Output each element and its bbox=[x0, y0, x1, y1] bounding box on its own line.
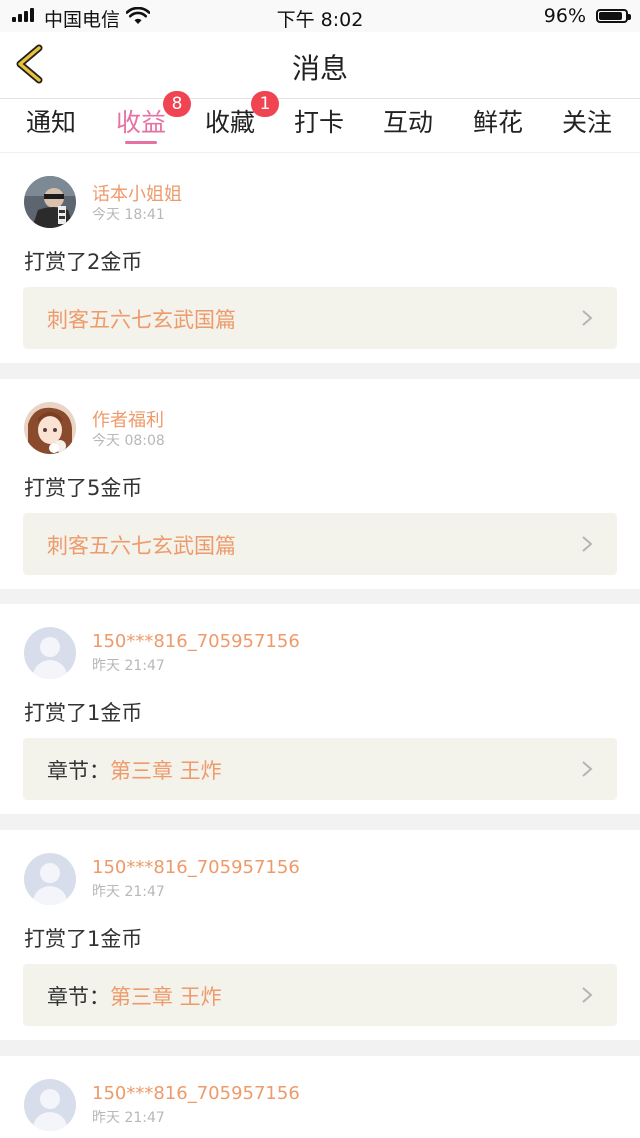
link-label: 章节： bbox=[47, 985, 110, 1009]
tab-label: 关注 bbox=[561, 108, 612, 137]
link-text: 刺客五六七玄武国篇 bbox=[47, 534, 236, 558]
user-name[interactable]: 作者福利 bbox=[92, 406, 164, 432]
unread-badge: 1 bbox=[251, 91, 279, 117]
avatar[interactable] bbox=[24, 402, 76, 454]
default-user-avatar-icon bbox=[24, 1079, 76, 1131]
tab-checkin[interactable]: 打卡 bbox=[279, 103, 359, 139]
book-link-box[interactable]: 刺客五六七玄武国篇 bbox=[23, 513, 617, 575]
anime-girl-avatar-icon bbox=[24, 402, 76, 454]
timestamp: 今天 18:41 bbox=[92, 207, 165, 223]
chevron-right-icon bbox=[582, 987, 593, 1003]
unread-badge: 8 bbox=[163, 91, 191, 117]
timestamp: 昨天 21:47 bbox=[92, 884, 165, 900]
battery-cap bbox=[628, 14, 631, 20]
default-user-avatar-icon bbox=[24, 627, 76, 679]
notification-card: 150***816_705957156 昨天 21:47 bbox=[0, 1056, 640, 1138]
link-label: 章节： bbox=[47, 759, 110, 783]
avatar[interactable] bbox=[24, 627, 76, 679]
chevron-right-icon bbox=[582, 310, 593, 326]
user-name[interactable]: 150***816_705957156 bbox=[92, 1083, 300, 1104]
chapter-link-box[interactable]: 章节：第三章 王炸 bbox=[23, 738, 617, 800]
navigation-bar: 消息 bbox=[0, 32, 640, 99]
reward-text: 打赏了2金币 bbox=[24, 250, 143, 274]
avatar[interactable] bbox=[24, 853, 76, 905]
user-name[interactable]: 话本小姐姐 bbox=[92, 180, 182, 206]
timestamp: 昨天 21:47 bbox=[92, 658, 165, 674]
book-title-link: 刺客五六七玄武国篇 bbox=[47, 304, 236, 334]
book-link-box[interactable]: 刺客五六七玄武国篇 bbox=[23, 287, 617, 349]
avatar[interactable] bbox=[24, 176, 76, 228]
chapter-link-box[interactable]: 章节：第三章 王炸 bbox=[23, 964, 617, 1026]
link-text: 刺客五六七玄武国篇 bbox=[47, 308, 236, 332]
tab-flowers[interactable]: 鲜花 bbox=[458, 103, 538, 139]
tab-favorites[interactable]: 收藏 1 bbox=[190, 91, 279, 139]
tab-label: 通知 bbox=[25, 108, 76, 137]
default-user-avatar-icon bbox=[24, 853, 76, 905]
page-title: 消息 bbox=[291, 52, 348, 85]
timestamp: 今天 08:08 bbox=[92, 433, 165, 449]
chapter-link: 章节：第三章 王炸 bbox=[47, 755, 222, 785]
battery-icon bbox=[596, 9, 628, 23]
tab-label: 收藏 bbox=[204, 108, 255, 137]
tab-interaction[interactable]: 互动 bbox=[368, 103, 448, 139]
notification-card: 150***816_705957156 昨天 21:47 打赏了1金币 章节：第… bbox=[0, 604, 640, 814]
tab-notifications[interactable]: 通知 bbox=[11, 103, 91, 139]
reward-text: 打赏了1金币 bbox=[24, 701, 143, 725]
tab-bar: 通知 收益 8 收藏 1 打卡 互动 鲜花 关注 bbox=[0, 91, 640, 152]
book-title-link: 刺客五六七玄武国篇 bbox=[47, 530, 236, 560]
reward-text: 打赏了1金币 bbox=[24, 927, 143, 951]
link-text: 第三章 王炸 bbox=[110, 759, 222, 783]
tab-label: 鲜花 bbox=[472, 108, 523, 137]
photo-avatar-icon bbox=[24, 176, 76, 228]
chapter-link: 章节：第三章 王炸 bbox=[47, 981, 222, 1011]
active-tab-indicator bbox=[125, 141, 157, 144]
notification-card: 话本小姐姐 今天 18:41 打赏了2金币 刺客五六七玄武国篇 bbox=[0, 153, 640, 363]
tab-label: 互动 bbox=[382, 108, 433, 137]
chevron-right-icon bbox=[582, 536, 593, 552]
tab-earnings[interactable]: 收益 8 bbox=[101, 91, 191, 144]
notification-card: 作者福利 今天 08:08 打赏了5金币 刺客五六七玄武国篇 bbox=[0, 379, 640, 589]
user-name[interactable]: 150***816_705957156 bbox=[92, 631, 300, 652]
tab-following[interactable]: 关注 bbox=[547, 103, 627, 139]
tab-label: 收益 bbox=[115, 108, 166, 137]
chevron-right-icon bbox=[582, 761, 593, 777]
tab-label: 打卡 bbox=[293, 108, 344, 137]
link-text: 第三章 王炸 bbox=[110, 985, 222, 1009]
reward-text: 打赏了5金币 bbox=[24, 476, 143, 500]
timestamp: 昨天 21:47 bbox=[92, 1110, 165, 1126]
status-bar: 中国电信 下午 8:02 96% bbox=[0, 0, 640, 32]
battery-percentage: 96% bbox=[543, 5, 586, 27]
notification-card: 150***816_705957156 昨天 21:47 打赏了1金币 章节：第… bbox=[0, 830, 640, 1040]
avatar[interactable] bbox=[24, 1079, 76, 1131]
user-name[interactable]: 150***816_705957156 bbox=[92, 857, 300, 878]
